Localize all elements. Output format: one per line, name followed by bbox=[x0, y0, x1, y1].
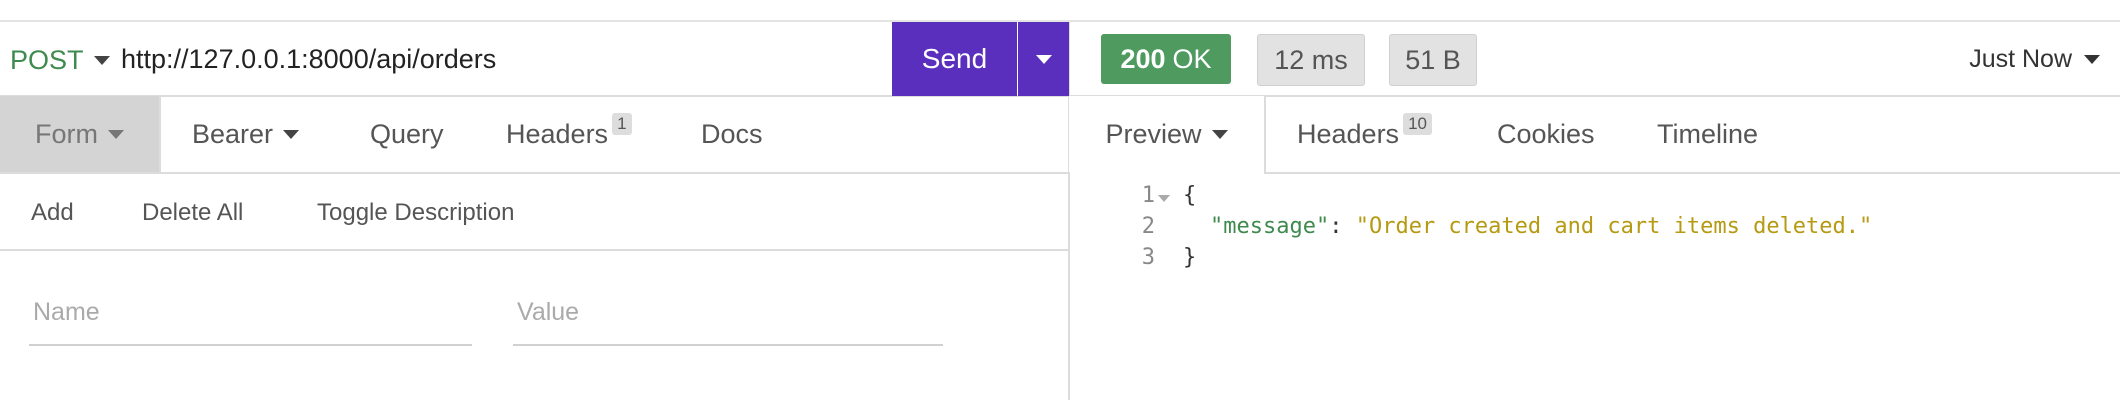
tab-label: Preview bbox=[1105, 118, 1202, 149]
method-select[interactable]: POST bbox=[10, 45, 110, 76]
delete-all-button[interactable]: Delete All bbox=[142, 199, 243, 227]
tab-label: Bearer bbox=[192, 118, 274, 149]
value-field[interactable]: Value bbox=[517, 298, 579, 327]
status-code: 200 bbox=[1120, 43, 1166, 74]
tab-label: Form bbox=[35, 118, 98, 149]
tab-label: Docs bbox=[701, 118, 763, 149]
send-options-button[interactable] bbox=[1018, 22, 1069, 96]
tab-form[interactable]: Form bbox=[0, 96, 159, 172]
chevron-down-icon bbox=[108, 129, 124, 139]
headers-count-badge: 1 bbox=[612, 113, 632, 135]
name-field[interactable]: Name bbox=[33, 298, 100, 327]
chevron-down-icon bbox=[1211, 129, 1228, 139]
tab-cookies[interactable]: Cookies bbox=[1497, 96, 1595, 172]
tab-bearer[interactable]: Bearer bbox=[192, 96, 300, 172]
status-text: OK bbox=[1172, 43, 1212, 74]
json-colon: : bbox=[1329, 214, 1356, 239]
left-tabs-divider bbox=[0, 172, 1069, 174]
tab-headers[interactable]: Headers 1 bbox=[506, 96, 632, 172]
method-label: POST bbox=[10, 45, 84, 75]
preview-tab-right-border bbox=[1264, 96, 1266, 174]
tab-label: Query bbox=[370, 118, 444, 149]
json-close-brace: } bbox=[1183, 245, 1197, 270]
toggle-description-button[interactable]: Toggle Description bbox=[317, 199, 514, 227]
tab-label: Headers bbox=[1297, 118, 1400, 149]
send-button[interactable]: Send bbox=[892, 22, 1017, 96]
tab-docs[interactable]: Docs bbox=[701, 96, 763, 172]
chevron-down-icon bbox=[283, 129, 300, 139]
line-number: 2 bbox=[1141, 214, 1155, 239]
tab-label: Cookies bbox=[1497, 118, 1595, 149]
tab-preview[interactable]: Preview bbox=[1069, 96, 1264, 172]
url-input[interactable]: http://127.0.0.1:8000/api/orders bbox=[121, 44, 496, 75]
toolbar-divider bbox=[0, 249, 1069, 251]
line-number: 3 bbox=[1141, 245, 1155, 270]
form-tab-right-border bbox=[159, 96, 161, 172]
json-line: "message": "Order created and cart items… bbox=[1210, 214, 1872, 239]
json-key: "message" bbox=[1210, 214, 1330, 239]
history-label: Just Now bbox=[1969, 45, 2072, 73]
response-time-badge: 12 ms bbox=[1257, 34, 1365, 86]
tab-label: Timeline bbox=[1657, 118, 1759, 149]
name-field-underline bbox=[29, 344, 472, 346]
tab-timeline[interactable]: Timeline bbox=[1657, 96, 1758, 172]
value-field-underline bbox=[513, 344, 943, 346]
tab-response-headers[interactable]: Headers 10 bbox=[1297, 96, 1432, 172]
json-open-brace: { bbox=[1183, 183, 1197, 208]
tab-label: Headers bbox=[506, 118, 609, 149]
fold-icon[interactable] bbox=[1158, 195, 1170, 202]
response-headers-count-badge: 10 bbox=[1403, 113, 1432, 135]
status-badge: 200 OK bbox=[1101, 34, 1231, 84]
chevron-down-icon bbox=[93, 56, 110, 65]
add-button[interactable]: Add bbox=[31, 199, 74, 227]
history-dropdown[interactable]: Just Now bbox=[1969, 45, 2100, 74]
json-string-value: "Order created and cart items deleted." bbox=[1355, 214, 1873, 239]
line-number: 1 bbox=[1141, 183, 1155, 208]
chevron-down-icon bbox=[1035, 54, 1052, 64]
response-size-badge: 51 B bbox=[1389, 34, 1477, 86]
chevron-down-icon bbox=[2084, 55, 2100, 64]
tab-query[interactable]: Query bbox=[370, 96, 444, 172]
right-tabs-divider-a bbox=[1264, 172, 2120, 174]
